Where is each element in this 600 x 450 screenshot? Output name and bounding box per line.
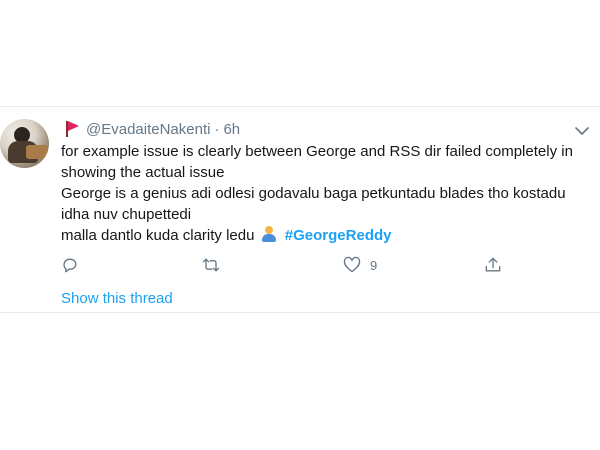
like-icon: [343, 256, 361, 273]
reply-icon: [63, 258, 77, 273]
tweet-header: @EvadaiteNakenti · 6h: [62, 118, 240, 140]
retweet-button[interactable]: [201, 253, 221, 277]
tweet-line: showing the actual issue: [61, 164, 225, 181]
tweet-card[interactable]: @EvadaiteNakenti · 6h for example issue …: [0, 106, 600, 313]
timestamp[interactable]: 6h: [223, 121, 240, 138]
chevron-down-icon[interactable]: [574, 124, 590, 136]
share-button[interactable]: [483, 253, 503, 277]
hashtag-link[interactable]: #GeorgeReddy: [285, 227, 392, 244]
tweet-line: for example issue is clearly between Geo…: [61, 143, 573, 160]
tweet-line: idha nuv chupettedi: [61, 206, 192, 223]
avatar[interactable]: [0, 119, 49, 168]
share-icon: [485, 257, 501, 272]
tweet-actions: 9: [58, 253, 518, 277]
show-thread-link[interactable]: Show this thread: [61, 290, 173, 307]
tweet-text: for example issue is clearly between Geo…: [61, 141, 596, 246]
retweet-icon: [202, 258, 220, 272]
flag-icon: [62, 119, 80, 139]
like-button[interactable]: 9: [342, 253, 377, 277]
tweet-line-text: malla dantlo kuda clarity ledu: [61, 227, 255, 244]
tweet-line: George is a genius adi odlesi godavalu b…: [61, 185, 566, 202]
like-count: 9: [370, 257, 378, 273]
tweet-line-last: malla dantlo kuda clarity ledu #GeorgeRe…: [61, 225, 596, 246]
separator: ·: [214, 120, 220, 138]
user-handle[interactable]: @EvadaiteNakenti: [86, 121, 210, 138]
person-emoji-icon: [261, 226, 277, 242]
reply-button[interactable]: [60, 253, 80, 277]
